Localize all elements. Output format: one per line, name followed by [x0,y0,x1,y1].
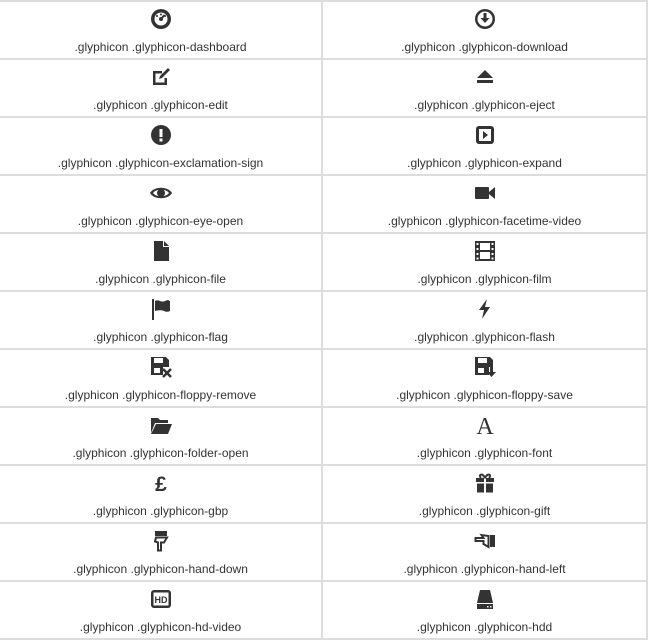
glyph-cell: .glyphicon .glyphicon-floppy-save [323,350,646,408]
glyph-cell: .glyphicon .glyphicon-eye-open [0,176,321,234]
exclamation-sign-icon [149,123,173,147]
glyph-class-label: .glyphicon .glyphicon-edit [93,98,228,112]
glyph-cell: A .glyphicon .glyphicon-font [323,408,646,466]
glyph-class-label: .glyphicon .glyphicon-download [401,40,568,54]
glyph-cell: .glyphicon .glyphicon-hand-down [0,524,321,582]
floppy-save-icon [473,355,497,379]
glyph-class-label: .glyphicon .glyphicon-file [95,272,226,286]
glyph-cell: .glyphicon .glyphicon-download [323,2,646,60]
glyph-cell: .glyphicon .glyphicon-exclamation-sign [0,118,321,176]
glyph-cell: .glyphicon .glyphicon-edit [0,60,321,118]
gift-icon [473,471,497,495]
glyph-class-label: .glyphicon .glyphicon-font [416,446,553,460]
gbp-icon: £ [149,471,173,495]
font-icon: A [473,413,497,437]
glyph-cell: .glyphicon .glyphicon-file [0,234,321,292]
glyph-cell: .glyphicon .glyphicon-floppy-remove [0,350,321,408]
glyph-cell: .glyphicon .glyphicon-expand [323,118,646,176]
glyph-class-label: .glyphicon .glyphicon-gbp [92,504,229,518]
glyph-cell: .glyphicon .glyphicon-hdd [323,582,646,640]
glyph-class-label: .glyphicon .glyphicon-hdd [416,620,553,634]
glyph-class-label: .glyphicon .glyphicon-exclamation-sign [57,156,264,170]
glyph-cell: .glyphicon .glyphicon-eject [323,60,646,118]
eye-open-icon [149,181,173,205]
glyph-cell: .glyphicon .glyphicon-folder-open [0,408,321,466]
svg-text:A: A [476,414,494,437]
glyph-cell: .glyphicon .glyphicon-flash [323,292,646,350]
hand-down-icon [149,529,173,553]
glyph-cell: HD .glyphicon .glyphicon-hd-video [0,582,321,640]
glyph-class-label: .glyphicon .glyphicon-floppy-remove [64,388,257,402]
flag-icon [149,297,173,321]
folder-open-icon [149,413,173,437]
hand-left-icon [473,529,497,553]
file-icon [149,239,173,263]
glyph-cell: .glyphicon .glyphicon-hand-left [323,524,646,582]
glyph-class-label: .glyphicon .glyphicon-floppy-save [396,388,573,402]
glyph-class-label: .glyphicon .glyphicon-film [417,272,552,286]
facetime-video-icon [473,181,497,205]
glyph-class-label: .glyphicon .glyphicon-flag [93,330,228,344]
glyph-class-label: .glyphicon .glyphicon-hd-video [79,620,242,634]
glyph-class-label: .glyphicon .glyphicon-facetime-video [387,214,582,228]
eject-icon [473,65,497,89]
dashboard-icon [149,7,173,31]
glyph-class-label: .glyphicon .glyphicon-dashboard [74,40,247,54]
svg-text:£: £ [155,473,167,495]
glyph-class-label: .glyphicon .glyphicon-hand-left [403,562,566,576]
glyph-class-label: .glyphicon .glyphicon-eye-open [77,214,244,228]
glyph-cell: .glyphicon .glyphicon-gift [323,466,646,524]
glyph-class-label: .glyphicon .glyphicon-folder-open [72,446,249,460]
flash-icon [473,297,497,321]
glyphicon-grid: .glyphicon .glyphicon-dashboard .glyphic… [0,0,648,640]
hd-video-icon: HD [149,587,173,611]
glyph-cell: .glyphicon .glyphicon-flag [0,292,321,350]
download-icon [473,7,497,31]
glyph-cell: .glyphicon .glyphicon-dashboard [0,2,321,60]
expand-icon [473,123,497,147]
floppy-remove-icon [149,355,173,379]
glyph-class-label: .glyphicon .glyphicon-expand [407,156,562,170]
glyph-class-label: .glyphicon .glyphicon-eject [414,98,555,112]
hdd-icon [473,587,497,611]
glyph-class-label: .glyphicon .glyphicon-flash [414,330,555,344]
svg-text:HD: HD [154,595,167,605]
glyph-class-label: .glyphicon .glyphicon-hand-down [73,562,248,576]
glyph-cell: .glyphicon .glyphicon-film [323,234,646,292]
glyph-class-label: .glyphicon .glyphicon-gift [418,504,551,518]
edit-icon [149,65,173,89]
glyph-cell: £ .glyphicon .glyphicon-gbp [0,466,321,524]
film-icon [473,239,497,263]
glyph-cell: .glyphicon .glyphicon-facetime-video [323,176,646,234]
